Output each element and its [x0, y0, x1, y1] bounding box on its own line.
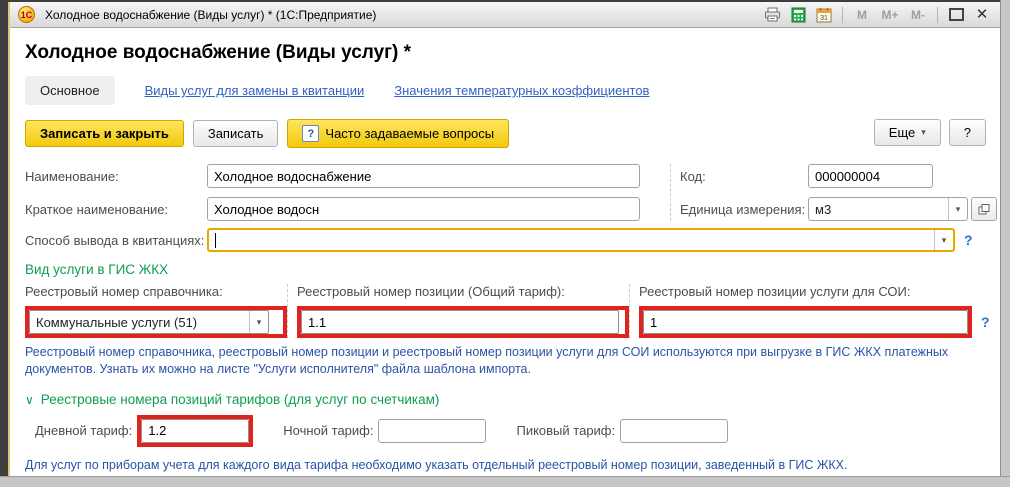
name-label: Наименование: [25, 169, 207, 184]
soi-annotation-box [639, 306, 972, 338]
day-tariff-annotation-box [137, 415, 253, 447]
position-number-label: Реестровый номер позиции (Общий тариф): [297, 284, 629, 299]
receipt-output-label: Способ вывода в квитанциях: [25, 233, 207, 248]
registry-number-combobox[interactable]: Коммунальные услуги (51) ▾ [29, 310, 269, 334]
window-title: Холодное водоснабжение (Виды услуг) * (1… [41, 8, 754, 22]
short-name-label: Краткое наименование: [25, 202, 207, 217]
calculator-icon[interactable] [786, 5, 810, 25]
maximize-button[interactable] [944, 5, 968, 25]
unit-combobox[interactable]: м3 ▾ [808, 197, 968, 221]
gis-section-title: Вид услуги в ГИС ЖКХ [25, 262, 986, 277]
tab-link-temperature-coefficients[interactable]: Значения температурных коэффициентов [394, 83, 649, 98]
titlebar-separator [842, 7, 843, 23]
more-button[interactable]: Еще ▾ [874, 119, 941, 146]
tab-main[interactable]: Основное [25, 76, 115, 105]
titlebar: 1С Холодное водоснабжение (Виды услуг) *… [10, 2, 1000, 28]
save-button[interactable]: Записать [193, 120, 279, 147]
maximize-icon [949, 8, 964, 21]
peak-tariff-input[interactable] [620, 419, 728, 443]
gis-fields: Реестровый номер справочника: Коммунальн… [25, 284, 986, 338]
memory-m-minus-button[interactable]: M- [905, 5, 931, 25]
tariff-fields: Дневной тариф: Ночной тариф: Пиковый тар… [35, 415, 986, 447]
app-window: 1С Холодное водоснабжение (Виды услуг) *… [8, 2, 1000, 476]
titlebar-separator [937, 7, 938, 23]
peak-tariff-label: Пиковый тариф: [516, 423, 615, 438]
name-input[interactable] [207, 164, 640, 188]
help-button[interactable]: ? [949, 119, 986, 146]
registry-number-value: Коммунальные услуги (51) [30, 315, 249, 330]
memory-m-button[interactable]: M [849, 5, 875, 25]
top-fields: Наименование: Краткое наименование: Код:… [25, 164, 986, 221]
svg-text:31: 31 [820, 15, 828, 22]
tariff-section-title: Реестровые номера позиций тарифов (для у… [41, 392, 440, 407]
close-button[interactable]: ✕ [970, 5, 994, 25]
window-frame-right [1000, 0, 1010, 487]
day-tariff-input[interactable] [141, 419, 249, 443]
short-name-input[interactable] [207, 197, 640, 221]
form-content: Холодное водоснабжение (Виды услуг) * Ос… [10, 28, 1000, 484]
code-label: Код: [680, 169, 808, 184]
unit-label: Единица измерения: [680, 202, 808, 217]
memory-m-plus-button[interactable]: M+ [877, 5, 903, 25]
receipt-output-combobox[interactable]: ▾ [207, 228, 955, 252]
position-annotation-box [297, 306, 629, 338]
nav-tabs: Основное Виды услуг для замены в квитанц… [25, 76, 986, 105]
text-caret [215, 233, 216, 248]
1c-logo-icon: 1С [18, 6, 35, 23]
page-title: Холодное водоснабжение (Виды услуг) * [25, 42, 986, 64]
print-icon[interactable] [760, 5, 784, 25]
calendar-icon[interactable]: 31 [812, 5, 836, 25]
registry-dropdown-icon[interactable]: ▾ [249, 311, 268, 333]
position-number-input[interactable] [301, 310, 619, 334]
registry-annotation-box: Коммунальные услуги (51) ▾ [25, 306, 287, 338]
tab-link-replacement-services[interactable]: Виды услуг для замены в квитанции [145, 83, 365, 98]
tariff-section-header[interactable]: ∨ Реестровые номера позиций тарифов (для … [25, 392, 986, 407]
night-tariff-input[interactable] [378, 419, 486, 443]
soi-number-input[interactable] [643, 310, 968, 334]
open-list-icon [978, 204, 990, 215]
save-and-close-button[interactable]: Записать и закрыть [25, 120, 184, 147]
faq-button-label: Часто задаваемые вопросы [325, 126, 494, 141]
receipt-output-help-link[interactable]: ? [964, 232, 973, 248]
code-input[interactable] [808, 164, 933, 188]
more-button-label: Еще [889, 125, 915, 140]
receipt-output-dropdown-icon[interactable]: ▾ [934, 230, 953, 250]
registry-number-label: Реестровый номер справочника: [25, 284, 287, 299]
soi-number-label: Реестровый номер позиции услуги для СОИ: [639, 284, 990, 299]
gis-hint-text: Реестровый номер справочника, реестровый… [25, 344, 986, 378]
unit-open-button[interactable] [971, 197, 997, 221]
unit-dropdown-icon[interactable]: ▾ [948, 198, 967, 220]
day-tariff-label: Дневной тариф: [35, 423, 132, 438]
tariff-hint-text: Для услуг по приборам учета для каждого … [25, 457, 986, 474]
toolbar: Записать и закрыть Записать ? Часто зада… [25, 119, 986, 148]
unit-value: м3 [809, 202, 948, 217]
faq-button[interactable]: ? Часто задаваемые вопросы [287, 119, 509, 148]
question-badge-icon: ? [302, 125, 319, 142]
soi-help-link[interactable]: ? [981, 314, 990, 330]
chevron-collapse-icon: ∨ [25, 393, 34, 407]
chevron-down-icon: ▾ [921, 127, 926, 138]
night-tariff-label: Ночной тариф: [283, 423, 373, 438]
